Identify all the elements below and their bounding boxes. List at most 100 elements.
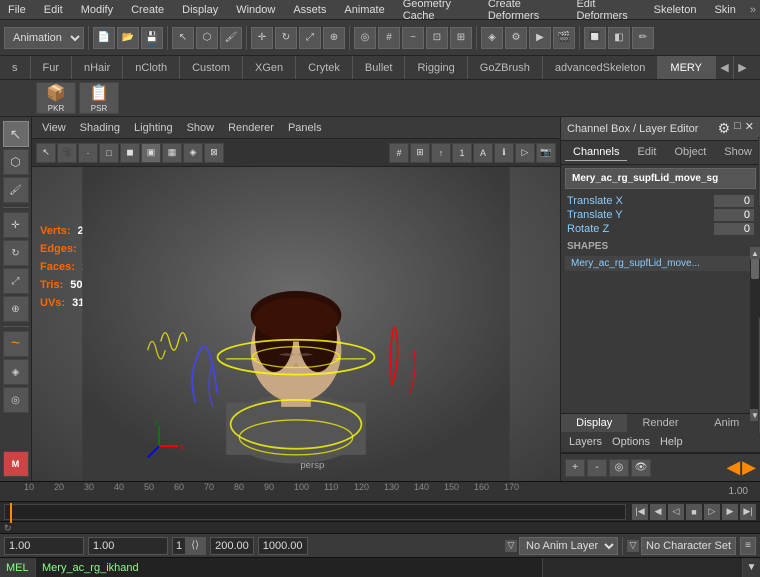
cb-attr-translatey-val[interactable]: 0 — [714, 209, 754, 221]
stop-btn[interactable]: ■ — [686, 504, 702, 520]
menu-window[interactable]: Window — [232, 4, 279, 16]
timeline-bar[interactable]: |◀ ◀ ◁ ■ ▷ ▶ ▶| — [0, 502, 760, 522]
menu-modify[interactable]: Modify — [77, 4, 117, 16]
open-file-btn[interactable]: 📂 — [117, 27, 139, 49]
tab-crytek[interactable]: Crytek — [296, 56, 353, 79]
cb-close-btn[interactable]: ✕ — [745, 120, 754, 137]
vp-lighting-menu[interactable]: Lighting — [128, 120, 179, 136]
status-time2-field[interactable]: 1.00 — [88, 537, 168, 555]
go-end-btn[interactable]: ▶| — [740, 504, 756, 520]
universal-tool[interactable]: ⊕ — [3, 296, 29, 322]
status-time-field[interactable]: 1.00 — [4, 537, 84, 555]
viewport-content[interactable]: Verts: 26031 0 0 Edges: 51290 0 0 Fa — [32, 167, 560, 481]
vp-normals-btn[interactable]: ↑ — [431, 143, 451, 163]
vp-snapshot-btn[interactable]: 📷 — [536, 143, 556, 163]
layer-menu-layers[interactable]: Layers — [565, 434, 606, 450]
paint-select-tool[interactable]: 🖌 — [3, 177, 29, 203]
tab-nhair[interactable]: nHair — [72, 56, 123, 79]
status-frame-val[interactable]: 1 — [173, 540, 185, 552]
select-tool[interactable]: ↖ — [3, 121, 29, 147]
lasso-tool-btn[interactable]: ⬡ — [196, 27, 218, 49]
vp-isolate-btn[interactable]: ⊠ — [204, 143, 224, 163]
render-settings-btn[interactable]: ⚙ — [505, 27, 527, 49]
cb-shapes-value[interactable]: Mery_ac_rg_supfLid_move... — [565, 256, 756, 271]
tab-fur[interactable]: Fur — [31, 56, 73, 79]
pkg-pkr[interactable]: 📦 PKR — [36, 82, 76, 114]
cb-tab-edit[interactable]: Edit — [629, 144, 664, 161]
cb-tab-object[interactable]: Object — [666, 144, 714, 161]
menu-edit-deformers[interactable]: Edit Deformers — [572, 0, 639, 22]
universal-btn[interactable]: ⊕ — [323, 27, 345, 49]
snap-point-btn[interactable]: ⊡ — [426, 27, 448, 49]
new-file-btn[interactable]: 📄 — [93, 27, 115, 49]
snap-grid-btn[interactable]: # — [378, 27, 400, 49]
cmd-history-btn[interactable]: ▼ — [742, 558, 760, 577]
tab-mery[interactable]: MERY — [658, 56, 715, 79]
char-set-button[interactable]: No Character Set — [641, 537, 736, 555]
history-btn[interactable]: ◈ — [481, 27, 503, 49]
hypershade-btn[interactable]: ◧ — [608, 27, 630, 49]
tab-gozbrush[interactable]: GoZBrush — [468, 56, 543, 79]
status-end-field[interactable]: 1000.00 — [258, 537, 308, 555]
lasso-tool[interactable]: ⬡ — [3, 149, 29, 175]
cb-float-btn[interactable]: □ — [734, 120, 741, 137]
rotate-tool[interactable]: ↻ — [3, 240, 29, 266]
show-ui-btn[interactable]: 🔲 — [584, 27, 606, 49]
char-set-icon[interactable]: ▽ — [627, 540, 639, 552]
loop-btn[interactable]: ↻ — [4, 523, 12, 534]
play-btn[interactable]: ▷ — [704, 504, 720, 520]
ipr-btn[interactable]: ▶ — [529, 27, 551, 49]
paint-sel-btn[interactable]: 🖌 — [220, 27, 242, 49]
vp-playblast-btn[interactable]: ▷ — [515, 143, 535, 163]
menu-edit[interactable]: Edit — [40, 4, 67, 16]
menu-skeleton[interactable]: Skeleton — [650, 4, 701, 16]
move-tool[interactable]: ✛ — [3, 212, 29, 238]
tab-adv-skeleton[interactable]: advancedSkeleton — [543, 56, 659, 79]
timeline-ruler[interactable]: 10 20 30 40 50 60 70 80 90 100 110 120 1… — [0, 482, 760, 502]
tab-s[interactable]: s — [0, 56, 31, 79]
vp-xray-btn[interactable]: ◈ — [183, 143, 203, 163]
menu-geometry-cache[interactable]: Geometry Cache — [399, 0, 474, 22]
vp-grid-btn[interactable]: # — [389, 143, 409, 163]
status-last-btn[interactable]: ≡ — [740, 537, 756, 555]
layer-solo-btn[interactable]: ◎ — [609, 459, 629, 477]
play-back-btn[interactable]: ◁ — [668, 504, 684, 520]
anim-layer-icon[interactable]: ▽ — [505, 540, 517, 552]
vp-wire-btn[interactable]: □ — [99, 143, 119, 163]
vp-shading-menu[interactable]: Shading — [74, 120, 126, 136]
tab-custom[interactable]: Custom — [180, 56, 243, 79]
menu-display[interactable]: Display — [178, 4, 222, 16]
snap-curve-btn[interactable]: ~ — [402, 27, 424, 49]
render-btn[interactable]: 🎬 — [553, 27, 575, 49]
rivet-tool[interactable]: ◎ — [3, 387, 29, 413]
command-input[interactable] — [36, 558, 542, 577]
tab-arrow-left[interactable]: ◀ — [715, 56, 733, 79]
frame-arrows[interactable]: ⟨⟩ — [185, 538, 205, 554]
layer-tab-render[interactable]: Render — [627, 414, 693, 432]
cb-attr-translatex-val[interactable]: 0 — [714, 195, 754, 207]
anim-layer-select[interactable]: No Anim Layer — [519, 537, 618, 555]
menu-create[interactable]: Create — [127, 4, 168, 16]
vp-select-btn[interactable]: ↖ — [36, 143, 56, 163]
vp-resolution-btn[interactable]: 1 — [452, 143, 472, 163]
vp-subdiv-btn[interactable]: ⊞ — [410, 143, 430, 163]
cb-scroll-up[interactable]: ▲ — [750, 247, 760, 259]
menu-assets[interactable]: Assets — [289, 4, 330, 16]
vp-shaded-wire-btn[interactable]: ▦ — [162, 143, 182, 163]
tab-rigging[interactable]: Rigging — [405, 56, 467, 79]
step-back-btn[interactable]: ◀ — [650, 504, 666, 520]
pkg-psr[interactable]: 📋 PSR — [79, 82, 119, 114]
menu-create-deformers[interactable]: Create Deformers — [484, 0, 563, 22]
layer-new-btn[interactable]: + — [565, 459, 585, 477]
layer-arrow-right[interactable]: ▶ — [742, 457, 756, 478]
layer-menu-options[interactable]: Options — [608, 434, 654, 450]
vp-show-menu[interactable]: Show — [181, 120, 221, 136]
layer-del-btn[interactable]: - — [587, 459, 607, 477]
tab-arrow-right[interactable]: ▶ — [733, 56, 751, 79]
vp-panels-menu[interactable]: Panels — [282, 120, 328, 136]
timeline-track[interactable] — [4, 504, 626, 520]
cb-tab-show[interactable]: Show — [716, 144, 760, 161]
menu-animate[interactable]: Animate — [340, 4, 388, 16]
layer-arrow-left[interactable]: ◀ — [726, 457, 740, 478]
tab-ncloth[interactable]: nCloth — [123, 56, 180, 79]
